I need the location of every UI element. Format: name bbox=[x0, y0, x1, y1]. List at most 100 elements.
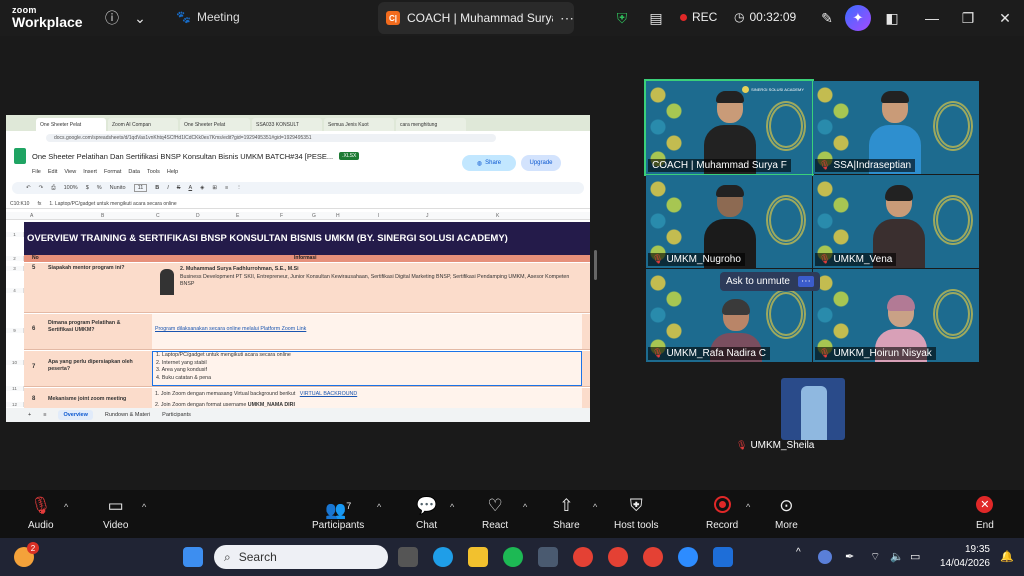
name-box[interactable]: C10:K10 bbox=[10, 201, 29, 207]
all-sheets-icon[interactable]: ≡ bbox=[43, 412, 46, 418]
chrome-icon[interactable] bbox=[643, 547, 663, 567]
battery-icon[interactable]: ▭ bbox=[910, 550, 924, 564]
record-button[interactable]: Record bbox=[706, 496, 738, 531]
react-button[interactable]: ♡ React bbox=[482, 496, 508, 531]
browser-tab[interactable]: Semua Jenis Kuot bbox=[324, 118, 394, 131]
italic-icon[interactable]: I bbox=[167, 185, 169, 191]
calculator-icon[interactable] bbox=[538, 547, 558, 567]
more-button[interactable]: ⊙ More bbox=[775, 496, 798, 531]
overview-banner[interactable]: OVERVIEW TRAINING & SERTIFIKASI BNSP KON… bbox=[24, 222, 590, 255]
chat-button[interactable]: 💬 Chat bbox=[416, 496, 437, 531]
zoom-select[interactable]: 100% bbox=[64, 185, 78, 191]
share-screen-button[interactable]: ⇧ Share bbox=[553, 496, 580, 531]
virtual-background-link[interactable]: VIRTUAL BACKROUND bbox=[300, 391, 357, 397]
wifi-icon[interactable]: ⌔ bbox=[870, 550, 884, 564]
browser-tab[interactable]: cara menghitung bbox=[396, 118, 466, 131]
column-header[interactable]: A bbox=[30, 213, 33, 219]
table-row[interactable]: 8 Mekanisme joint zoom meeting 1. Join Z… bbox=[24, 388, 590, 410]
column-header[interactable]: K bbox=[496, 213, 499, 219]
menu-format[interactable]: Format bbox=[104, 169, 121, 175]
menu-edit[interactable]: Edit bbox=[48, 169, 57, 175]
spotify-icon[interactable] bbox=[503, 547, 523, 567]
restore-icon[interactable]: ❐ bbox=[958, 8, 978, 28]
text-color-icon[interactable]: A bbox=[188, 185, 192, 191]
video-options-caret-icon[interactable]: ^ bbox=[142, 502, 146, 512]
task-view-icon[interactable] bbox=[398, 547, 418, 567]
participants-button[interactable]: 👥7 Participants bbox=[312, 496, 364, 531]
video-button[interactable]: ▭ Video bbox=[103, 496, 128, 531]
ai-companion-icon[interactable]: ✦ bbox=[845, 5, 871, 31]
bold-icon[interactable]: B bbox=[155, 185, 159, 191]
browser-tab[interactable]: SSA033 KONSULT bbox=[252, 118, 322, 131]
react-caret-icon[interactable]: ^ bbox=[523, 502, 527, 512]
meeting-menu[interactable]: 🐾 Meeting bbox=[176, 10, 240, 24]
zoom-app-icon[interactable] bbox=[678, 547, 698, 567]
column-header[interactable]: I bbox=[378, 213, 379, 219]
table-row[interactable]: 7 Apa yang perlu dipersiapkan oleh peser… bbox=[24, 351, 590, 387]
shared-screen-tab[interactable]: C| COACH | Muhammad Surya F's sc ⋯ bbox=[378, 2, 574, 34]
column-header[interactable]: C bbox=[156, 213, 160, 219]
edge-icon[interactable] bbox=[433, 547, 453, 567]
chevron-down-icon[interactable]: ⌄ bbox=[130, 8, 150, 28]
more-formats-icon[interactable]: ⋮ bbox=[236, 185, 242, 191]
zoom-link[interactable]: Program dilaksanakan secara online melal… bbox=[155, 326, 306, 332]
ask-to-unmute-label[interactable]: Ask to unmute bbox=[726, 276, 790, 287]
notes-icon[interactable]: ▤ bbox=[646, 8, 666, 28]
menu-view[interactable]: View bbox=[64, 169, 76, 175]
row-number[interactable]: 4 bbox=[6, 288, 24, 293]
annotate-icon[interactable]: ✎ bbox=[817, 8, 837, 28]
upgrade-button[interactable]: Upgrade bbox=[521, 155, 561, 171]
chrome-icon[interactable] bbox=[608, 547, 628, 567]
browser-tab[interactable]: One Sheeter Pelat bbox=[180, 118, 250, 131]
menu-insert[interactable]: Insert bbox=[83, 169, 97, 175]
recording-indicator[interactable]: REC bbox=[680, 10, 717, 24]
info-icon[interactable]: ⓘ bbox=[102, 8, 122, 28]
more-options-icon[interactable]: ⋯ bbox=[797, 276, 814, 287]
share-caret-icon[interactable]: ^ bbox=[593, 502, 597, 512]
strikethrough-icon[interactable]: S bbox=[177, 185, 181, 191]
row-number[interactable]: 9 bbox=[6, 328, 24, 333]
view-layout-icon[interactable]: ◧ bbox=[882, 8, 902, 28]
menu-data[interactable]: Data bbox=[128, 169, 140, 175]
row-number[interactable]: 1 bbox=[6, 232, 24, 237]
sheets-logo-icon[interactable] bbox=[14, 148, 26, 164]
share-button[interactable]: ◍ Share bbox=[462, 155, 516, 171]
column-header[interactable]: E bbox=[236, 213, 239, 219]
participants-caret-icon[interactable]: ^ bbox=[377, 502, 381, 512]
table-header-row[interactable]: No Informasi bbox=[24, 255, 590, 262]
audio-options-caret-icon[interactable]: ^ bbox=[64, 502, 68, 512]
video-tile[interactable]: 🎙 UMKM_Vena bbox=[813, 175, 979, 268]
column-header[interactable]: F bbox=[280, 213, 283, 219]
column-header[interactable]: J bbox=[426, 213, 429, 219]
video-tile[interactable]: SINERGI SOLUSI ACADEMY COACH | Muhammad … bbox=[644, 79, 814, 176]
align-icon[interactable]: ≡ bbox=[225, 185, 228, 191]
menu-help[interactable]: Help bbox=[167, 169, 178, 175]
pen-icon[interactable]: ✒ bbox=[845, 550, 859, 564]
audio-button[interactable]: 🎙 Audio bbox=[28, 496, 54, 531]
column-header[interactable]: H bbox=[336, 213, 340, 219]
end-button[interactable]: ✕ End bbox=[976, 496, 994, 531]
ask-to-unmute-popup[interactable]: Ask to unmute ⋯ bbox=[720, 272, 820, 291]
minimize-icon[interactable]: — bbox=[922, 8, 942, 28]
doc-title[interactable]: One Sheeter Pelatihan Dan Sertifikasi BN… bbox=[32, 152, 333, 161]
browser-tab[interactable]: One Sheeter Pelat bbox=[36, 118, 106, 131]
currency-icon[interactable]: $ bbox=[86, 185, 89, 191]
start-icon[interactable] bbox=[183, 547, 203, 567]
shield-icon[interactable]: ⛨ bbox=[612, 8, 632, 28]
selected-cell[interactable]: 1. Laptop/PC/gadget untuk mengikuti acar… bbox=[152, 351, 582, 386]
redo-icon[interactable]: ↷ bbox=[39, 185, 44, 191]
row-number[interactable]: 12 bbox=[6, 402, 24, 407]
browser-tab[interactable]: Zoom AI Compan bbox=[108, 118, 178, 131]
sheet-tab-rundown[interactable]: Rundown & Materi bbox=[105, 412, 150, 418]
notification-bell-icon[interactable]: 🔔 bbox=[1000, 550, 1014, 564]
volume-icon[interactable]: 🔈 bbox=[890, 550, 904, 564]
close-icon[interactable]: ✕ bbox=[995, 8, 1015, 28]
video-tile[interactable]: 🎙 UMKM_Hoirun Nisyak bbox=[813, 269, 979, 362]
formula-input[interactable]: 1. Laptop/PC/gadget untuk mengikuti acar… bbox=[49, 201, 176, 207]
row-number[interactable]: 11 bbox=[6, 386, 24, 391]
font-select[interactable]: Nunito bbox=[110, 185, 126, 191]
percent-icon[interactable]: % bbox=[97, 185, 102, 191]
video-tile[interactable]: 🎙 UMKM_Nugroho bbox=[646, 175, 812, 268]
row-number[interactable]: 3 bbox=[6, 266, 24, 271]
print-icon[interactable]: ⎙ bbox=[51, 185, 55, 192]
